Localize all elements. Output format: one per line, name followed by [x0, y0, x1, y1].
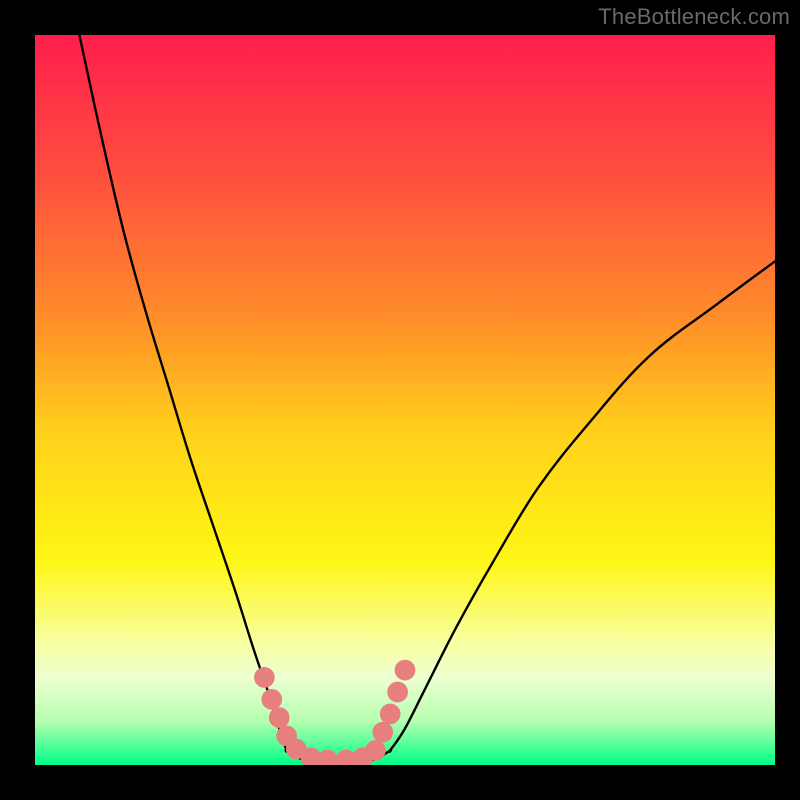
highlight-marker: [395, 660, 416, 681]
highlight-marker: [254, 667, 275, 688]
plot-area: [35, 35, 775, 765]
highlight-marker: [387, 682, 408, 703]
highlight-marker: [269, 707, 290, 728]
chart-frame: TheBottleneck.com: [0, 0, 800, 800]
highlight-marker: [365, 740, 386, 761]
highlight-marker: [380, 704, 401, 725]
chart-svg: [35, 35, 775, 765]
highlight-marker: [372, 722, 393, 743]
highlight-marker: [261, 689, 282, 710]
gradient-background: [35, 35, 775, 765]
watermark-text: TheBottleneck.com: [598, 4, 790, 30]
